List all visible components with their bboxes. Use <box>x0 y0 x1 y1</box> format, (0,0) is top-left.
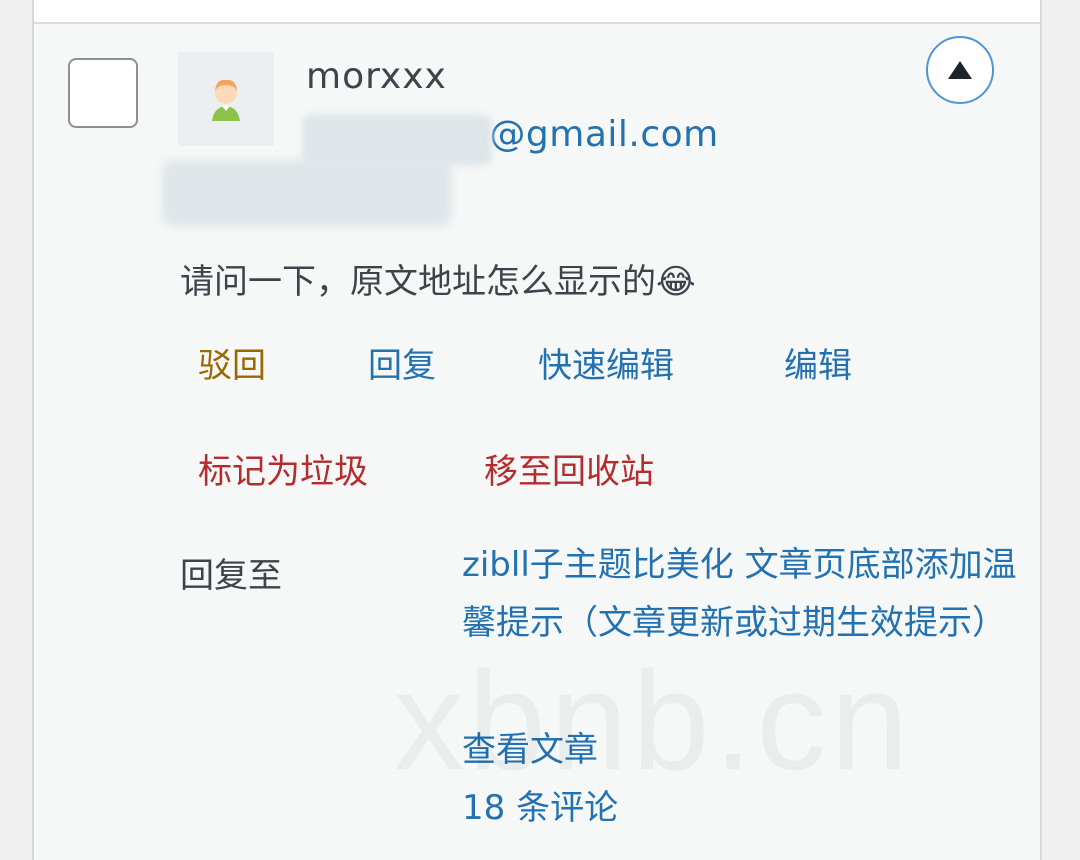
post-title-link[interactable]: zibll子主题比美化 文章页底部添加温馨提示（文章更新或过期生效提示） <box>462 536 1022 652</box>
comment-card: morxxx 3@gmail.com 请问一下，原文地址怎么显示的😂 驳回 回复… <box>32 0 1042 860</box>
edit-link[interactable]: 编辑 <box>784 338 852 387</box>
author-name: morxxx <box>306 56 447 97</box>
redaction-blur <box>162 160 452 226</box>
comment-text: 请问一下，原文地址怎么显示的😂 <box>180 262 696 302</box>
spam-link[interactable]: 标记为垃圾 <box>198 444 368 493</box>
comments-count-link[interactable]: 18 条评论 <box>462 780 618 829</box>
comment-select-checkbox[interactable] <box>68 58 138 128</box>
default-avatar-icon <box>212 79 240 121</box>
reply-link[interactable]: 回复 <box>368 338 436 387</box>
triangle-up-icon <box>948 61 972 79</box>
reply-to-label: 回复至 <box>180 556 282 596</box>
quick-edit-link[interactable]: 快速编辑 <box>538 338 674 387</box>
redaction-blur <box>302 114 492 166</box>
unapprove-link[interactable]: 驳回 <box>198 338 266 387</box>
author-email-text: 3@gmail.com <box>466 114 719 155</box>
previous-row-edge <box>34 0 1040 24</box>
watermark: xbnb.cn <box>394 640 912 802</box>
trash-link[interactable]: 移至回收站 <box>484 444 654 493</box>
toggle-row-button[interactable] <box>926 36 994 104</box>
avatar <box>178 52 274 146</box>
view-post-link[interactable]: 查看文章 <box>462 722 598 771</box>
